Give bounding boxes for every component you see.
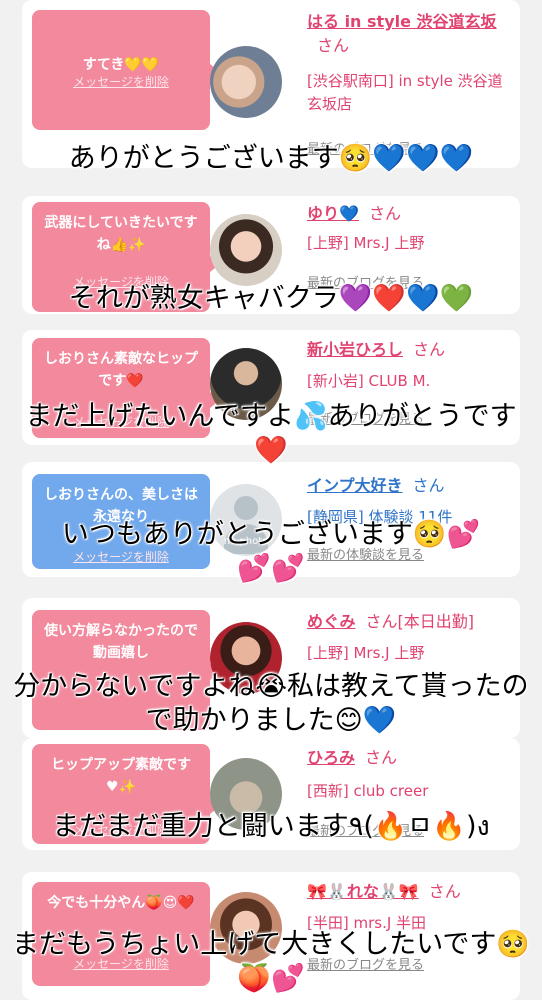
honorific: さん	[365, 748, 398, 767]
caption-text: ありがとうございます🥺💙💙💙	[68, 143, 474, 174]
honorific: さん	[412, 476, 445, 495]
message-bubble: すてき💛💛 メッセージを削除	[32, 10, 220, 130]
honorific: さん[本日出勤]	[365, 612, 474, 631]
avatar[interactable]	[210, 46, 282, 118]
message-text: 今でも十分やん🍑😍❤️	[47, 895, 195, 911]
sender-name-line: ゆり💙 さん	[307, 202, 512, 226]
caption-text: まだ上げたいんですよ💦ありがとうです❤️	[25, 401, 517, 466]
sender-name-line: めぐみ さん[本日出勤]	[307, 610, 512, 634]
message-text: 使い方解らなかったので動画嬉し	[44, 623, 198, 661]
sender-name-link[interactable]: はる in style 渋谷道玄坂	[307, 12, 497, 31]
sender-name-link[interactable]: ゆり💙	[307, 204, 359, 223]
message-text: 武器にしていきたいですね👍✨	[44, 215, 198, 253]
caption-text: まだもうちょい上げて大きくしたいです🥺🍑💕	[12, 929, 530, 994]
sender-name-line: ひろみ さん	[307, 746, 512, 770]
honorific: さん	[413, 340, 446, 359]
shop-label[interactable]: [新小岩] CLUB M.	[307, 370, 517, 393]
sender-name-line: 新小岩ひろし さん	[307, 338, 512, 362]
sender-name-link[interactable]: 🎀🐰れな🐰🎀	[307, 882, 419, 901]
delete-message-link[interactable]: メッセージを削除	[32, 73, 210, 90]
sender-name-link[interactable]: めぐみ	[307, 612, 355, 631]
caption-text: それが熟女キャバクラ💜❤️💙💚	[68, 283, 474, 314]
shop-label[interactable]: [渋谷駅南口] in style 渋谷道玄坂店	[307, 70, 517, 116]
sender-name-link[interactable]: インプ大好き	[307, 476, 403, 495]
shop-label[interactable]: [上野] Mrs.J 上野	[307, 642, 517, 665]
sender-name-link[interactable]: 新小岩ひろし	[307, 340, 403, 359]
honorific: さん	[317, 36, 350, 55]
honorific: さん	[428, 882, 461, 901]
avatar[interactable]	[210, 214, 282, 286]
caption-text: いつもありがとうございます🥺💕💕💕	[61, 519, 481, 584]
sender-name-line: はる in style 渋谷道玄坂さん	[307, 10, 512, 58]
caption-text: まだまだ重力と闘います٩(🔥ㅁ🔥)ง	[52, 811, 490, 842]
shop-label[interactable]: [西新] club creer	[307, 780, 517, 803]
sender-name-line: インプ大好き さん	[307, 474, 512, 498]
caption-text: 分からないですよね😭私は教えて貰ったので助かりました😊💙	[13, 671, 529, 736]
message-text: ヒップアップ素敵です♥✨	[51, 757, 191, 795]
sender-name-line: 🎀🐰れな🐰🎀 さん	[307, 880, 512, 904]
sender-name-link[interactable]: ひろみ	[307, 748, 355, 767]
shop-label[interactable]: [上野] Mrs.J 上野	[307, 232, 517, 255]
message-text: しおりさん素敵なヒップです❤️	[44, 351, 198, 389]
honorific: さん	[368, 204, 401, 223]
